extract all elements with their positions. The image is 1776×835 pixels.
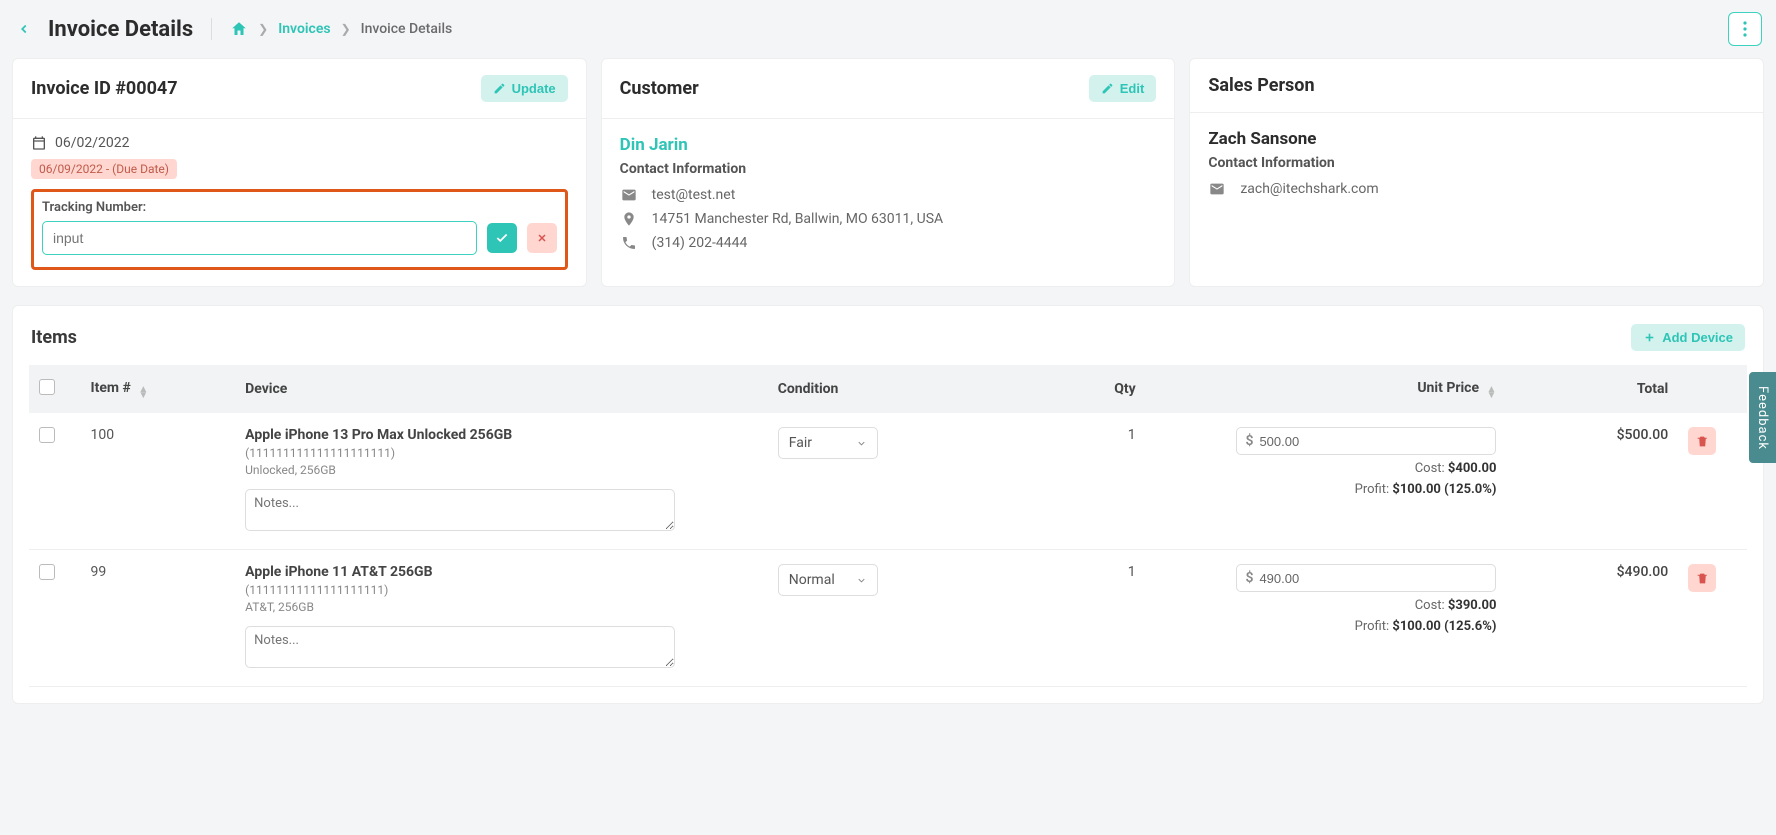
item-number: 100 bbox=[81, 413, 236, 550]
pencil-icon bbox=[1101, 82, 1114, 95]
pencil-icon bbox=[493, 82, 506, 95]
col-condition: Condition bbox=[768, 365, 1009, 413]
row-checkbox[interactable] bbox=[39, 427, 55, 443]
sort-icon: ▲▼ bbox=[138, 387, 148, 399]
row-total: $490.00 bbox=[1506, 550, 1678, 687]
customer-title: Customer bbox=[620, 78, 699, 99]
cost-line: Cost: $400.00 bbox=[1156, 461, 1497, 476]
email-icon bbox=[1208, 181, 1226, 197]
calendar-icon bbox=[31, 135, 47, 151]
divider bbox=[211, 18, 212, 40]
items-section: Items Add Device Item # ▲▼ Device Condit bbox=[12, 305, 1764, 704]
invoice-card: Invoice ID #00047 Update 06/02/2022 06/0… bbox=[12, 58, 587, 287]
page-title: Invoice Details bbox=[48, 17, 193, 42]
notes-input[interactable] bbox=[245, 626, 675, 668]
customer-phone: (314) 202-4444 bbox=[652, 235, 748, 251]
device-name: Apple iPhone 11 AT&T 256GB bbox=[245, 564, 758, 580]
tracking-highlight: Tracking Number: bbox=[31, 189, 568, 270]
unit-price-input[interactable] bbox=[1259, 571, 1487, 586]
col-unit-price[interactable]: Unit Price ▲▼ bbox=[1146, 365, 1507, 413]
col-qty: Qty bbox=[1008, 365, 1145, 413]
invoice-date: 06/02/2022 bbox=[55, 135, 130, 151]
condition-value: Normal bbox=[789, 572, 835, 588]
add-device-label: Add Device bbox=[1662, 330, 1733, 345]
items-title: Items bbox=[31, 327, 77, 348]
col-item-label: Item # bbox=[91, 380, 131, 396]
qty-value: 1 bbox=[1008, 413, 1145, 550]
sales-contact-heading: Contact Information bbox=[1208, 155, 1745, 171]
unit-price-input-wrap[interactable]: $ bbox=[1236, 564, 1496, 592]
row-total: $500.00 bbox=[1506, 413, 1678, 550]
phone-icon bbox=[620, 235, 638, 251]
update-label: Update bbox=[512, 81, 556, 96]
col-item-no[interactable]: Item # ▲▼ bbox=[81, 365, 236, 413]
delete-row-button[interactable] bbox=[1688, 427, 1716, 455]
device-serial: (11111111111111111111) bbox=[245, 583, 758, 597]
dollar-icon: $ bbox=[1245, 433, 1253, 449]
device-variant: Unlocked, 256GB bbox=[245, 463, 758, 477]
row-checkbox[interactable] bbox=[39, 564, 55, 580]
chevron-right-icon: ❯ bbox=[341, 22, 351, 36]
customer-card: Customer Edit Din Jarin Contact Informat… bbox=[601, 58, 1176, 287]
chevron-down-icon bbox=[856, 575, 867, 586]
update-button[interactable]: Update bbox=[481, 75, 568, 102]
location-icon bbox=[620, 211, 638, 227]
profit-line: Profit: $100.00 (125.6%) bbox=[1156, 619, 1497, 634]
chevron-down-icon bbox=[856, 438, 867, 449]
select-all-checkbox[interactable] bbox=[39, 379, 55, 395]
customer-email: test@test.net bbox=[652, 187, 736, 203]
table-row: 99 Apple iPhone 11 AT&T 256GB (111111111… bbox=[29, 550, 1747, 687]
invoice-id-title: Invoice ID #00047 bbox=[31, 78, 178, 99]
condition-select[interactable]: Normal bbox=[778, 564, 878, 596]
edit-label: Edit bbox=[1120, 81, 1145, 96]
tracking-input[interactable] bbox=[42, 221, 477, 255]
table-row: 100 Apple iPhone 13 Pro Max Unlocked 256… bbox=[29, 413, 1747, 550]
items-table: Item # ▲▼ Device Condition Qty Unit Pric… bbox=[29, 365, 1747, 687]
tracking-label: Tracking Number: bbox=[42, 200, 557, 215]
unit-price-input[interactable] bbox=[1259, 434, 1487, 449]
qty-value: 1 bbox=[1008, 550, 1145, 687]
condition-select[interactable]: Fair bbox=[778, 427, 878, 459]
customer-name-link[interactable]: Din Jarin bbox=[620, 135, 688, 155]
col-device: Device bbox=[235, 365, 768, 413]
due-date-badge: 06/09/2022 - (Due Date) bbox=[31, 159, 177, 179]
feedback-tab[interactable]: Feedback bbox=[1749, 372, 1776, 464]
breadcrumb-current: Invoice Details bbox=[361, 21, 453, 37]
sales-title: Sales Person bbox=[1208, 75, 1314, 96]
sales-person-name: Zach Sansone bbox=[1208, 129, 1745, 149]
notes-input[interactable] bbox=[245, 489, 675, 531]
back-button[interactable] bbox=[14, 19, 34, 39]
sales-card: Sales Person Zach Sansone Contact Inform… bbox=[1189, 58, 1764, 287]
chevron-right-icon: ❯ bbox=[258, 22, 268, 36]
sales-email: zach@itechshark.com bbox=[1240, 181, 1378, 197]
delete-row-button[interactable] bbox=[1688, 564, 1716, 592]
cost-line: Cost: $390.00 bbox=[1156, 598, 1497, 613]
device-serial: (111111111111111111111) bbox=[245, 446, 758, 460]
more-options-button[interactable] bbox=[1728, 12, 1762, 46]
profit-line: Profit: $100.00 (125.0%) bbox=[1156, 482, 1497, 497]
item-number: 99 bbox=[81, 550, 236, 687]
device-name: Apple iPhone 13 Pro Max Unlocked 256GB bbox=[245, 427, 758, 443]
edit-customer-button[interactable]: Edit bbox=[1089, 75, 1157, 102]
device-variant: AT&T, 256GB bbox=[245, 600, 758, 614]
dollar-icon: $ bbox=[1245, 570, 1253, 586]
plus-icon bbox=[1643, 331, 1656, 344]
tracking-confirm-button[interactable] bbox=[487, 223, 517, 253]
contact-heading: Contact Information bbox=[620, 161, 1157, 177]
email-icon bbox=[620, 187, 638, 203]
breadcrumb: ❯ Invoices ❯ Invoice Details bbox=[230, 20, 452, 38]
home-icon[interactable] bbox=[230, 20, 248, 38]
unit-price-input-wrap[interactable]: $ bbox=[1236, 427, 1496, 455]
sort-icon: ▲▼ bbox=[1487, 387, 1497, 399]
add-device-button[interactable]: Add Device bbox=[1631, 324, 1745, 351]
col-total: Total bbox=[1506, 365, 1678, 413]
breadcrumb-invoices[interactable]: Invoices bbox=[278, 21, 330, 37]
condition-value: Fair bbox=[789, 435, 812, 451]
col-unit-price-label: Unit Price bbox=[1417, 380, 1479, 396]
tracking-cancel-button[interactable] bbox=[527, 223, 557, 253]
customer-address: 14751 Manchester Rd, Ballwin, MO 63011, … bbox=[652, 211, 944, 227]
